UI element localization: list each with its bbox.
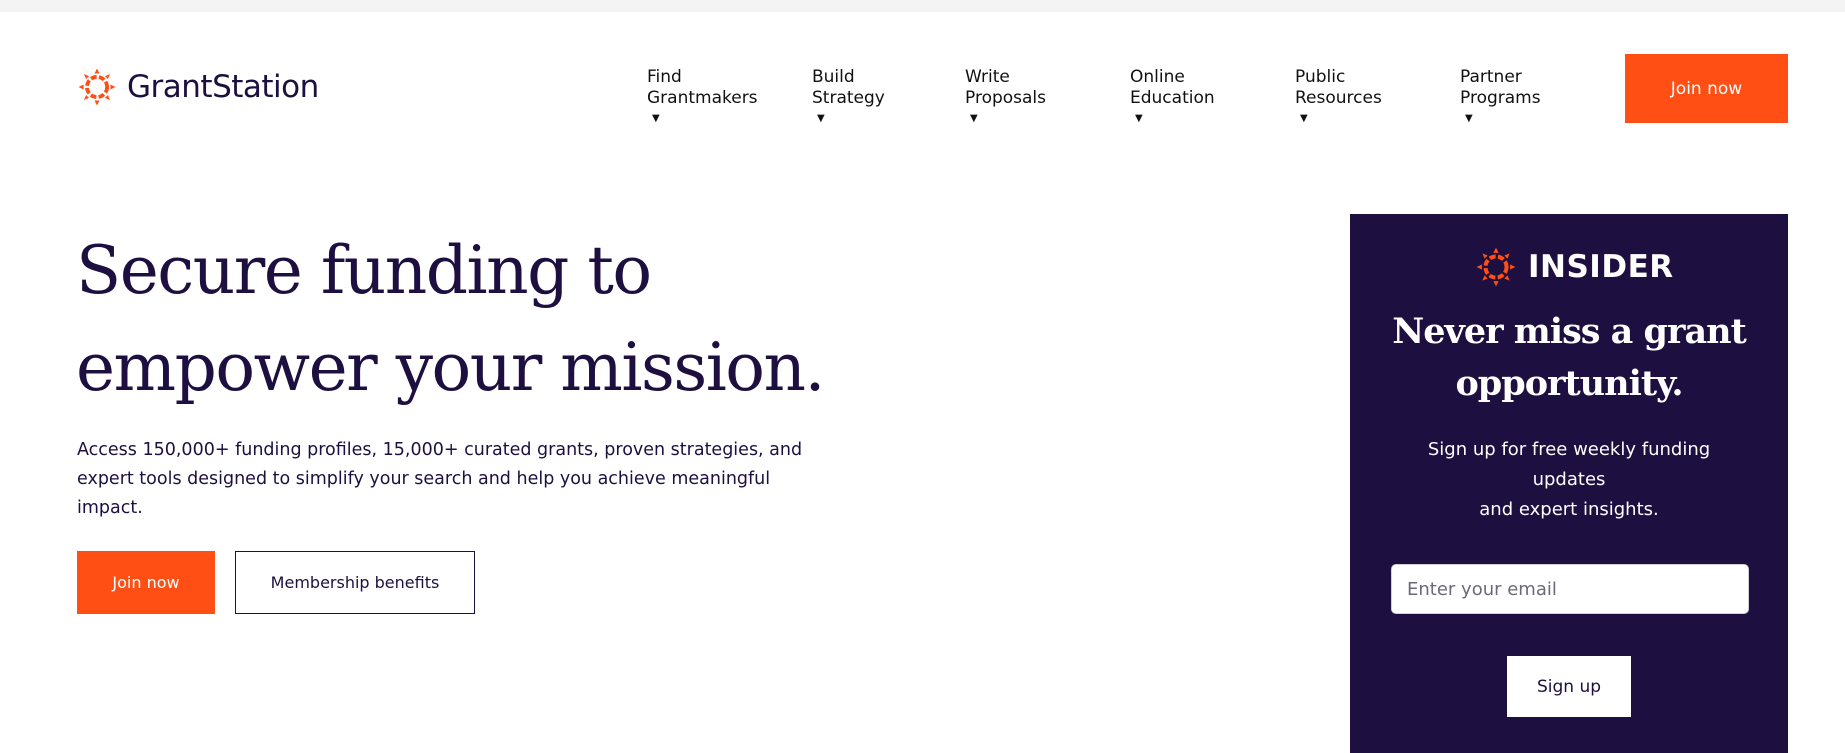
nav-label-line2: Proposals: [965, 88, 1047, 108]
grantstation-logo[interactable]: GrantStation: [76, 66, 319, 108]
caret-down-icon: ▼: [652, 113, 660, 124]
insider-title-line1: Never miss a grant: [1392, 311, 1746, 352]
insider-subtitle: Sign up for free weekly funding updates …: [1404, 435, 1734, 525]
join-now-header-button[interactable]: Join now: [1625, 54, 1788, 123]
hero-description: Access 150,000+ funding profiles, 15,000…: [77, 440, 803, 518]
caret-down-icon: ▼: [1300, 113, 1308, 124]
sign-up-button[interactable]: Sign up: [1507, 656, 1631, 717]
nav-label-line1: Public: [1295, 67, 1346, 87]
insider-title-line2: opportunity.: [1455, 363, 1683, 404]
insider-subtitle-line2: and expert insights.: [1479, 499, 1659, 520]
nav-label-line2: Education: [1130, 88, 1215, 108]
insider-title: Never miss a grant opportunity.: [1350, 306, 1788, 410]
insider-label: INSIDER: [1528, 249, 1674, 285]
caret-down-icon: ▼: [970, 113, 978, 124]
hero-title: Secure funding to empower your mission.: [76, 222, 976, 416]
nav-label-line2: Resources: [1295, 88, 1382, 108]
nav-label-line1: Online: [1130, 67, 1185, 87]
nav-partner-programs[interactable]: Partner Programs ▼: [1460, 67, 1541, 131]
insider-brand: INSIDER: [1474, 245, 1674, 289]
insider-subtitle-line1: Sign up for free weekly funding updates: [1427, 439, 1711, 490]
nav-build-strategy[interactable]: Build Strategy ▼: [812, 67, 885, 131]
nav-write-proposals[interactable]: Write Proposals ▼: [965, 67, 1046, 131]
nav-public-resources[interactable]: Public Resources ▼: [1295, 67, 1382, 131]
nav-label-line2: Strategy: [812, 88, 885, 108]
nav-label-line1: Write: [965, 67, 1010, 87]
hero-title-line2: empower your mission.: [76, 329, 826, 406]
nav-label-line2: Programs: [1460, 88, 1541, 108]
sunburst-logo-icon: [1474, 245, 1518, 289]
nav-label-line2: Grantmakers: [647, 88, 758, 108]
sunburst-logo-icon: [76, 66, 118, 108]
nav-online-education[interactable]: Online Education ▼: [1130, 67, 1215, 131]
hero-title-line1: Secure funding to: [76, 232, 652, 309]
join-now-hero-button[interactable]: Join now: [77, 551, 215, 614]
caret-down-icon: ▼: [817, 113, 825, 124]
email-input[interactable]: [1391, 564, 1749, 614]
brand-name: GrantStation: [127, 69, 319, 105]
insider-signup-panel: INSIDER Never miss a grant opportunity. …: [1350, 214, 1788, 753]
top-strip: [0, 0, 1845, 12]
nav-label-line1: Find: [647, 67, 682, 87]
membership-benefits-button[interactable]: Membership benefits: [235, 551, 475, 614]
nav-label-line1: Build: [812, 67, 855, 87]
caret-down-icon: ▼: [1465, 113, 1473, 124]
nav-find-grantmakers[interactable]: Find Grantmakers ▼: [647, 67, 758, 131]
nav-label-line1: Partner: [1460, 67, 1522, 87]
caret-down-icon: ▼: [1135, 113, 1143, 124]
